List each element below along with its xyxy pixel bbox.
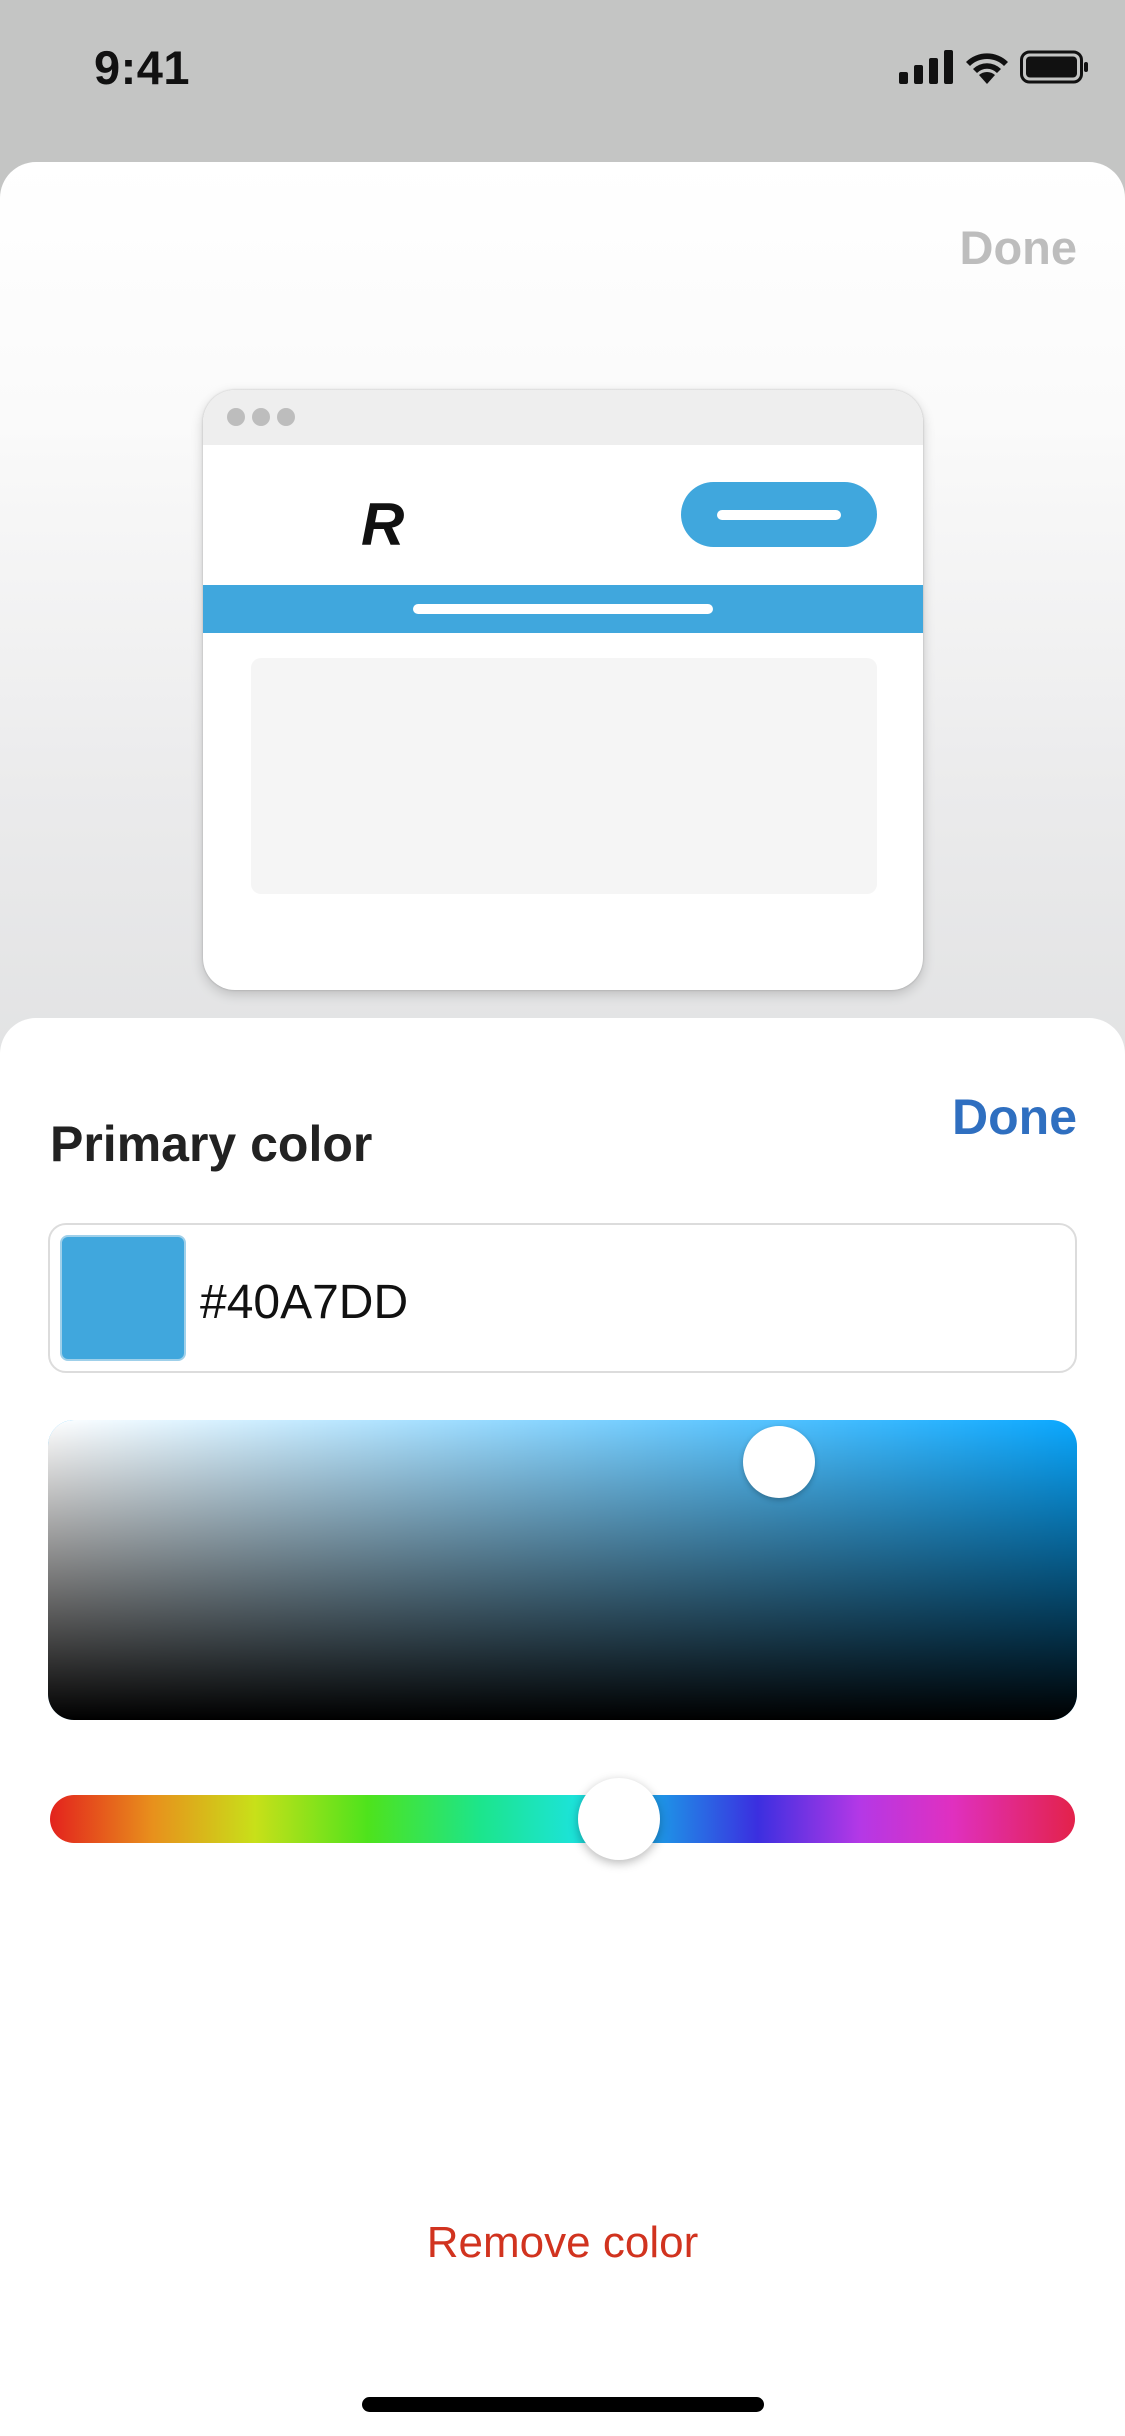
preview-nav-text-placeholder	[413, 604, 713, 614]
color-swatch	[60, 1235, 186, 1361]
status-bar: 9:41	[0, 0, 1125, 140]
website-preview-card: R	[203, 390, 923, 990]
color-picker-handle[interactable]	[742, 1426, 815, 1498]
cellular-signal-icon	[899, 50, 953, 84]
preview-button-placeholder	[681, 482, 877, 547]
remove-color-button[interactable]: Remove color	[0, 2218, 1125, 2268]
window-dot-icon	[252, 408, 270, 426]
preview-content-placeholder	[251, 658, 877, 894]
hue-slider[interactable]	[50, 1778, 1075, 1860]
window-dot-icon	[227, 408, 245, 426]
color-editor-sheet: Primary color Done #40A7DD Remove color	[0, 1018, 1125, 2436]
saturation-brightness-picker[interactable]	[48, 1420, 1077, 1720]
preview-done-button[interactable]: Done	[960, 220, 1078, 275]
screen: 9:41 Done R Primary color Done #40A7DD R…	[0, 0, 1125, 2436]
wifi-icon	[966, 53, 1008, 84]
done-button[interactable]: Done	[952, 1088, 1077, 1146]
hex-color-field[interactable]: #40A7DD	[48, 1223, 1077, 1373]
status-time: 9:41	[94, 41, 191, 94]
sheet-title: Primary color	[50, 1116, 373, 1172]
home-indicator	[362, 2397, 764, 2412]
picker-black-gradient	[48, 1420, 1077, 1720]
battery-icon	[1020, 50, 1088, 84]
preview-logo: R	[361, 491, 405, 558]
preview-nav-band	[203, 585, 923, 633]
hex-value-text[interactable]: #40A7DD	[200, 1275, 408, 1330]
window-dot-icon	[277, 408, 295, 426]
hue-slider-handle[interactable]	[577, 1778, 660, 1860]
preview-button-text-placeholder	[717, 510, 841, 520]
preview-window-titlebar	[203, 390, 923, 445]
